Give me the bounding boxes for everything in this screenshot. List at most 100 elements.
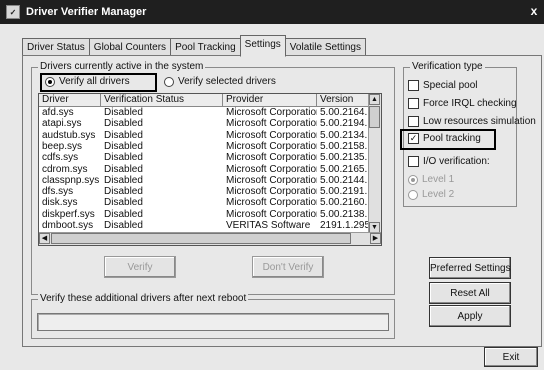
table-row[interactable]: cdfs.sys Disabled Microsoft Corporation 5.0… xyxy=(39,152,369,164)
table-row[interactable]: atapi.sys Disabled Microsoft Corporation 5.… xyxy=(39,118,369,130)
table-cell: Microsoft Corporation xyxy=(226,140,317,152)
tab-strip: Driver Status Global Counters Pool Track… xyxy=(22,35,366,57)
table-cell: dmboot.sys xyxy=(42,220,94,231)
table-cell: classpnp.sys xyxy=(42,174,100,186)
table-row[interactable]: audstub.sys Disabled Microsoft Corporation… xyxy=(39,130,369,142)
additional-drivers-input[interactable] xyxy=(37,313,389,331)
table-cell: Microsoft Corporation xyxy=(226,197,317,209)
io-verification-label: I/O verification: xyxy=(423,156,490,167)
level2-radio[interactable]: Level 2 xyxy=(408,189,454,200)
table-cell: Disabled xyxy=(104,107,143,118)
settings-panel: Drivers currently active in the system V… xyxy=(22,55,542,347)
table-cell: Microsoft Corporation xyxy=(226,208,317,220)
table-cell: 5.00.2135.1 xyxy=(320,152,369,164)
table-cell: Disabled xyxy=(104,152,143,164)
tab-global-counters[interactable]: Global Counters xyxy=(88,38,172,56)
table-cell: afd.sys xyxy=(42,107,74,118)
title-bar: ✓ Driver Verifier Manager x xyxy=(0,0,544,24)
column-header-version[interactable]: Version xyxy=(317,94,369,107)
table-cell: Disabled xyxy=(104,118,143,130)
horizontal-scroll-thumb[interactable] xyxy=(51,233,351,244)
reset-all-button[interactable]: Reset All xyxy=(429,282,511,304)
tab-settings[interactable]: Settings xyxy=(239,35,286,57)
vertical-scrollbar[interactable]: ▲ ▼ xyxy=(368,94,381,233)
special-pool-checkbox[interactable]: Special pool xyxy=(408,80,477,91)
scroll-left-icon[interactable]: ◀ xyxy=(39,233,50,244)
scroll-up-icon[interactable]: ▲ xyxy=(369,94,380,105)
verification-type-group: Verification type Special pool Force IRQ… xyxy=(400,61,536,207)
drivers-list[interactable]: Driver Verification Status Provider Vers… xyxy=(38,93,382,246)
table-cell: 5.00.2134.1 xyxy=(320,129,369,141)
table-row[interactable]: diskperf.sys Disabled Microsoft Corporatio… xyxy=(39,209,369,221)
table-row[interactable]: cdrom.sys Disabled Microsoft Corporation 5.… xyxy=(39,164,369,176)
io-verification-checkbox[interactable]: I/O verification: xyxy=(408,156,490,167)
apply-button[interactable]: Apply xyxy=(429,305,511,327)
table-cell: Disabled xyxy=(104,163,143,175)
force-irql-label: Force IRQL checking xyxy=(423,98,517,109)
table-cell: Microsoft Corporation xyxy=(226,129,317,141)
table-cell: cdrom.sys xyxy=(42,163,88,175)
verify-selected-label: Verify selected drivers xyxy=(178,76,276,87)
level1-radio[interactable]: Level 1 xyxy=(408,174,454,185)
table-cell: VERITAS Software xyxy=(226,220,311,231)
table-cell: 5.00.2158.1 xyxy=(320,140,369,152)
vertical-scroll-thumb[interactable] xyxy=(369,106,380,128)
force-irql-checkbox[interactable]: Force IRQL checking xyxy=(408,98,517,109)
scroll-right-icon[interactable]: ▶ xyxy=(370,233,381,244)
horizontal-scrollbar[interactable]: ◀ ▶ xyxy=(39,232,381,245)
table-cell: Microsoft Corporation xyxy=(226,107,317,118)
low-resources-checkbox[interactable]: Low resources simulation xyxy=(408,116,536,127)
table-row[interactable]: classpnp.sys Disabled Microsoft Corporatio… xyxy=(39,175,369,187)
table-cell: 2191.1.295.2 xyxy=(320,220,369,231)
table-cell: Disabled xyxy=(104,186,143,198)
level2-label: Level 2 xyxy=(422,189,455,200)
table-row[interactable]: dfs.sys Disabled Microsoft Corporation 5.00… xyxy=(39,186,369,198)
table-cell: Disabled xyxy=(104,208,143,220)
table-cell: cdfs.sys xyxy=(42,152,79,164)
table-cell: Disabled xyxy=(104,220,143,231)
table-cell: beep.sys xyxy=(42,140,83,152)
verify-selected-radio[interactable]: Verify selected drivers xyxy=(164,76,276,87)
dont-verify-button[interactable]: Don't Verify xyxy=(252,256,324,278)
verification-type-legend: Verification type xyxy=(410,61,485,72)
verify-all-label: Verify all drivers xyxy=(59,76,130,87)
table-cell: 5.00.2164.1 xyxy=(320,107,369,118)
table-cell: Microsoft Corporation xyxy=(226,163,317,175)
tab-volatile-settings[interactable]: Volatile Settings xyxy=(284,38,366,56)
table-cell: Microsoft Corporation xyxy=(226,174,317,186)
app-icon: ✓ xyxy=(6,5,20,19)
table-cell: Microsoft Corporation xyxy=(226,186,317,198)
pool-tracking-checkbox[interactable]: ✓ Pool tracking xyxy=(408,133,481,144)
radio-dot-selected xyxy=(45,76,55,87)
table-cell: Disabled xyxy=(104,129,143,141)
column-header-provider[interactable]: Provider xyxy=(223,94,317,107)
tab-pool-tracking[interactable]: Pool Tracking xyxy=(170,38,241,56)
radio-dot xyxy=(164,76,174,87)
preferred-settings-button[interactable]: Preferred Settings xyxy=(429,257,511,279)
exit-button[interactable]: Exit xyxy=(484,347,538,367)
verify-button[interactable]: Verify xyxy=(104,256,176,278)
table-row[interactable]: disk.sys Disabled Microsoft Corporation 5.0… xyxy=(39,197,369,209)
table-cell: atapi.sys xyxy=(42,118,82,130)
pool-tracking-label: Pool tracking xyxy=(423,133,481,144)
close-icon[interactable]: x xyxy=(528,4,540,18)
radio-dot-selected xyxy=(408,174,418,185)
column-header-driver[interactable]: Driver xyxy=(39,94,101,107)
low-resources-label: Low resources simulation xyxy=(423,116,536,127)
tab-driver-status[interactable]: Driver Status xyxy=(22,38,90,56)
radio-dot xyxy=(408,189,418,200)
table-cell: audstub.sys xyxy=(42,129,96,141)
table-cell: Disabled xyxy=(104,174,143,186)
additional-drivers-legend: Verify these additional drivers after ne… xyxy=(38,293,249,304)
table-cell: Disabled xyxy=(104,140,143,152)
table-cell: disk.sys xyxy=(42,197,78,209)
table-cell: dfs.sys xyxy=(42,186,74,198)
checkbox-box xyxy=(408,98,419,109)
table-row[interactable]: afd.sys Disabled Microsoft Corporation 5.00… xyxy=(39,107,369,119)
verify-all-radio[interactable]: Verify all drivers xyxy=(45,76,130,87)
table-row[interactable]: dmboot.sys Disabled VERITAS Software 2191.1… xyxy=(39,220,369,232)
column-header-status[interactable]: Verification Status xyxy=(101,94,223,107)
window-title: Driver Verifier Manager xyxy=(26,6,147,18)
checkbox-box xyxy=(408,80,419,91)
table-row[interactable]: beep.sys Disabled Microsoft Corporation 5.0… xyxy=(39,141,369,153)
